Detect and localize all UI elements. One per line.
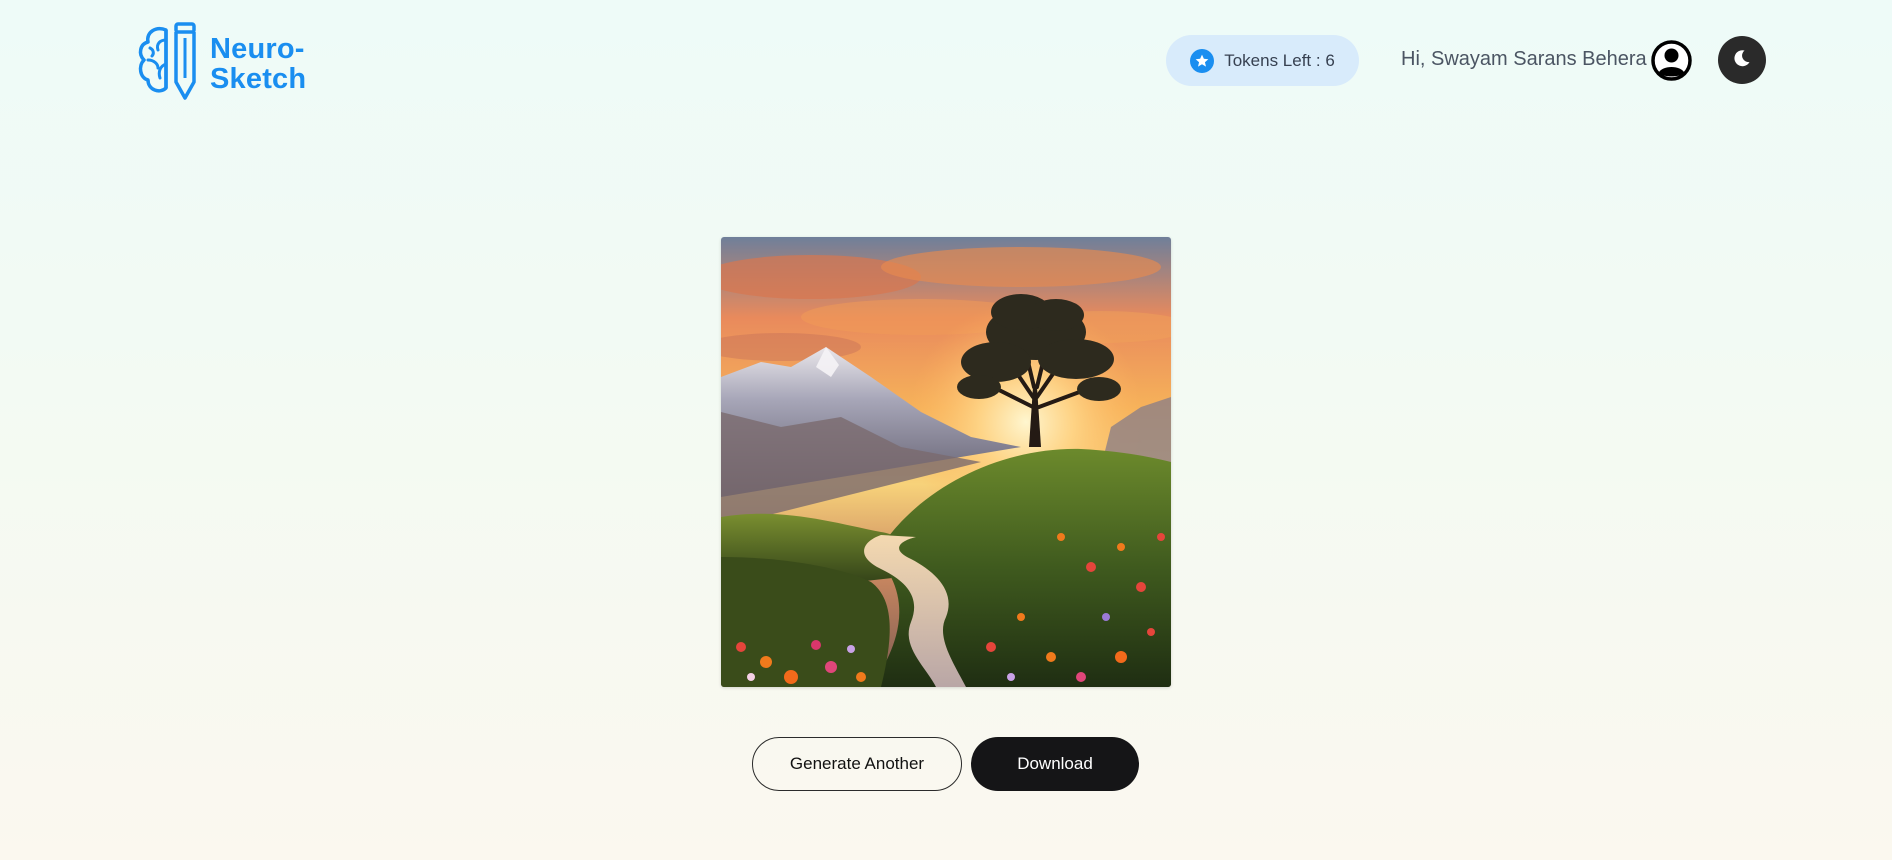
tokens-badge: Tokens Left : 6 [1166,35,1359,86]
brain-pencil-icon [136,20,204,107]
generated-landscape-image [721,237,1171,687]
brand-logo[interactable]: Neuro- Sketch [136,20,306,107]
star-icon [1190,48,1215,73]
moon-icon [1732,48,1752,73]
tokens-label: Tokens Left : 6 [1224,50,1335,70]
brand-name-line2: Sketch [210,62,307,95]
theme-toggle-button[interactable] [1718,36,1766,84]
brand-name-line1: Neuro- [210,32,305,65]
user-greeting: Hi, Swayam Sarans Behera [1401,48,1647,70]
download-button[interactable]: Download [971,737,1139,791]
brand-name: Neuro- Sketch [210,34,306,94]
user-circle-icon[interactable] [1651,40,1692,81]
generate-another-button[interactable]: Generate Another [752,737,962,791]
